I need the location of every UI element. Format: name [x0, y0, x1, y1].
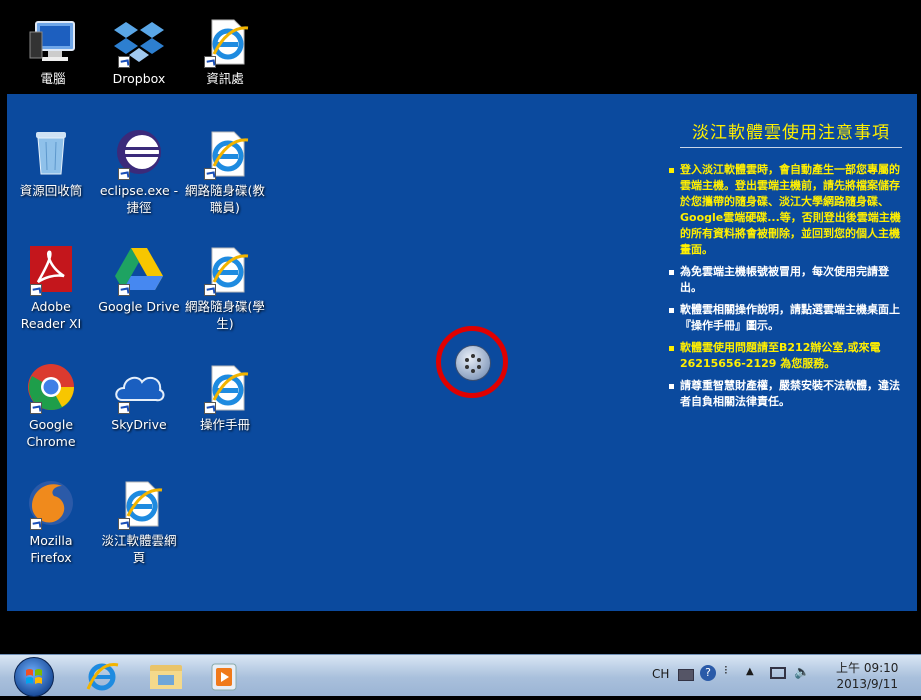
shortcut-arrow-icon	[204, 56, 216, 68]
clock-date: 2013/9/11	[836, 677, 898, 691]
firefox-icon	[24, 476, 78, 530]
notice-item: 登入淡江軟體雲時，會自動產生一部您專屬的雲端主機。登出雲端主機前，請先將檔案儲存…	[664, 162, 908, 258]
shortcut-arrow-icon	[204, 284, 216, 296]
icon-label: 網路隨身碟(教職員)	[185, 183, 265, 215]
icon-label: 資源回收筒	[19, 183, 83, 198]
desktop-icon-software-cloud-web[interactable]: 淡江軟體雲網頁	[96, 476, 182, 566]
desktop-icon-eclipse[interactable]: eclipse.exe - 捷徑	[96, 126, 182, 216]
desktop-icon-dropbox[interactable]: Dropbox	[96, 14, 182, 87]
icon-label: Dropbox	[112, 71, 166, 86]
adobe-reader-icon	[24, 242, 78, 296]
floating-menu-button[interactable]	[455, 345, 491, 381]
media-player-icon	[211, 663, 237, 691]
icon-label: Google Drive	[98, 299, 180, 314]
clock-time: 上午 09:10	[836, 661, 899, 675]
notice-title: 淡江軟體雲使用注意事項	[680, 118, 902, 148]
shortcut-arrow-icon	[30, 402, 42, 414]
icon-label: 電腦	[40, 71, 66, 86]
desktop-icon-recycle-bin[interactable]: 資源回收筒	[8, 126, 94, 199]
eclipse-icon	[112, 126, 166, 180]
network-icon[interactable]	[770, 667, 786, 679]
ie-shortcut-icon	[112, 476, 166, 530]
skydrive-icon	[112, 360, 166, 414]
icon-label: Mozilla Firefox	[29, 533, 73, 565]
desktop-icon-computer[interactable]: 電腦	[10, 14, 96, 87]
internet-explorer-icon	[86, 663, 119, 691]
google-drive-icon	[112, 242, 166, 296]
desktop-icon-info-office[interactable]: 資訊處	[182, 14, 268, 87]
notice-item: 請尊重智慧財產權，嚴禁安裝不法軟體，違法者自負相關法律責任。	[664, 378, 908, 410]
system-clock[interactable]: 上午 09:10 2013/9/11	[836, 660, 898, 692]
desktop-icon-chrome[interactable]: Google Chrome	[8, 360, 94, 450]
taskbar-media-player[interactable]	[204, 659, 244, 693]
desktop-icon-network-drive-student[interactable]: 網路隨身碟(學生)	[182, 242, 268, 332]
language-indicator[interactable]: CH	[652, 667, 669, 681]
desktop-icon-google-drive[interactable]: Google Drive	[96, 242, 182, 315]
chrome-icon	[24, 360, 78, 414]
computer-icon	[26, 14, 80, 68]
bottom-black-bar	[0, 611, 921, 654]
show-hidden-icons-icon[interactable]: ▲	[746, 666, 754, 677]
shortcut-arrow-icon	[118, 168, 130, 180]
ie-shortcut-icon	[198, 360, 252, 414]
ie-shortcut-icon	[198, 242, 252, 296]
settings-icon[interactable]: ⁝	[724, 663, 728, 677]
taskbar-file-explorer[interactable]	[146, 659, 186, 693]
notice-item: 軟體雲相關操作說明，請點選雲端主機桌面上『操作手冊』圖示。	[664, 302, 908, 334]
dots-icon	[465, 354, 481, 373]
ie-shortcut-icon	[198, 14, 252, 68]
shortcut-arrow-icon	[204, 168, 216, 180]
volume-icon[interactable]: 🔈	[794, 665, 810, 680]
shortcut-arrow-icon	[30, 284, 42, 296]
icon-label: Adobe Reader XI	[20, 299, 82, 331]
icon-label: SkyDrive	[111, 417, 167, 432]
icon-label: eclipse.exe - 捷徑	[99, 183, 179, 215]
desktop-icon-skydrive[interactable]: SkyDrive	[96, 360, 182, 433]
recycle-bin-icon	[24, 126, 78, 180]
taskbar-internet-explorer[interactable]	[82, 659, 122, 693]
shortcut-arrow-icon	[118, 402, 130, 414]
folder-icon	[150, 665, 182, 689]
icon-label: 資訊處	[206, 71, 244, 86]
desktop-icon-network-drive-staff[interactable]: 網路隨身碟(教職員)	[182, 126, 268, 216]
dropbox-icon	[112, 14, 166, 68]
icon-label: 操作手冊	[199, 417, 250, 432]
notice-list: 登入淡江軟體雲時，會自動產生一部您專屬的雲端主機。登出雲端主機前，請先將檔案儲存…	[664, 162, 908, 410]
taskbar: CH ? ⁝ ▲ 🔈 上午 09:10 2013/9/11	[0, 654, 921, 697]
icon-label: Google Chrome	[26, 417, 76, 449]
icon-label: 淡江軟體雲網頁	[101, 533, 177, 565]
desktop-icon-firefox[interactable]: Mozilla Firefox	[8, 476, 94, 566]
keyboard-icon[interactable]	[678, 669, 694, 681]
notice-item: 軟體雲使用問題請至B212辦公室,或來電26215656-2129 為您服務。	[664, 340, 908, 372]
usage-notice-panel: 淡江軟體雲使用注意事項 登入淡江軟體雲時，會自動產生一部您專屬的雲端主機。登出雲…	[664, 118, 908, 416]
shortcut-arrow-icon	[30, 518, 42, 530]
shortcut-arrow-icon	[118, 284, 130, 296]
shortcut-arrow-icon	[204, 402, 216, 414]
icon-label: 網路隨身碟(學生)	[185, 299, 265, 331]
shortcut-arrow-icon	[118, 56, 130, 68]
help-icon[interactable]: ?	[700, 665, 716, 681]
desktop-icon-adobe-reader[interactable]: Adobe Reader XI	[8, 242, 94, 332]
desktop-icon-manual[interactable]: 操作手冊	[182, 360, 268, 433]
windows-logo-icon	[26, 669, 42, 684]
notice-item: 為免雲端主機帳號被冒用，每次使用完請登出。	[664, 264, 908, 296]
shortcut-arrow-icon	[118, 518, 130, 530]
ie-shortcut-icon	[198, 126, 252, 180]
start-button[interactable]	[14, 657, 54, 697]
